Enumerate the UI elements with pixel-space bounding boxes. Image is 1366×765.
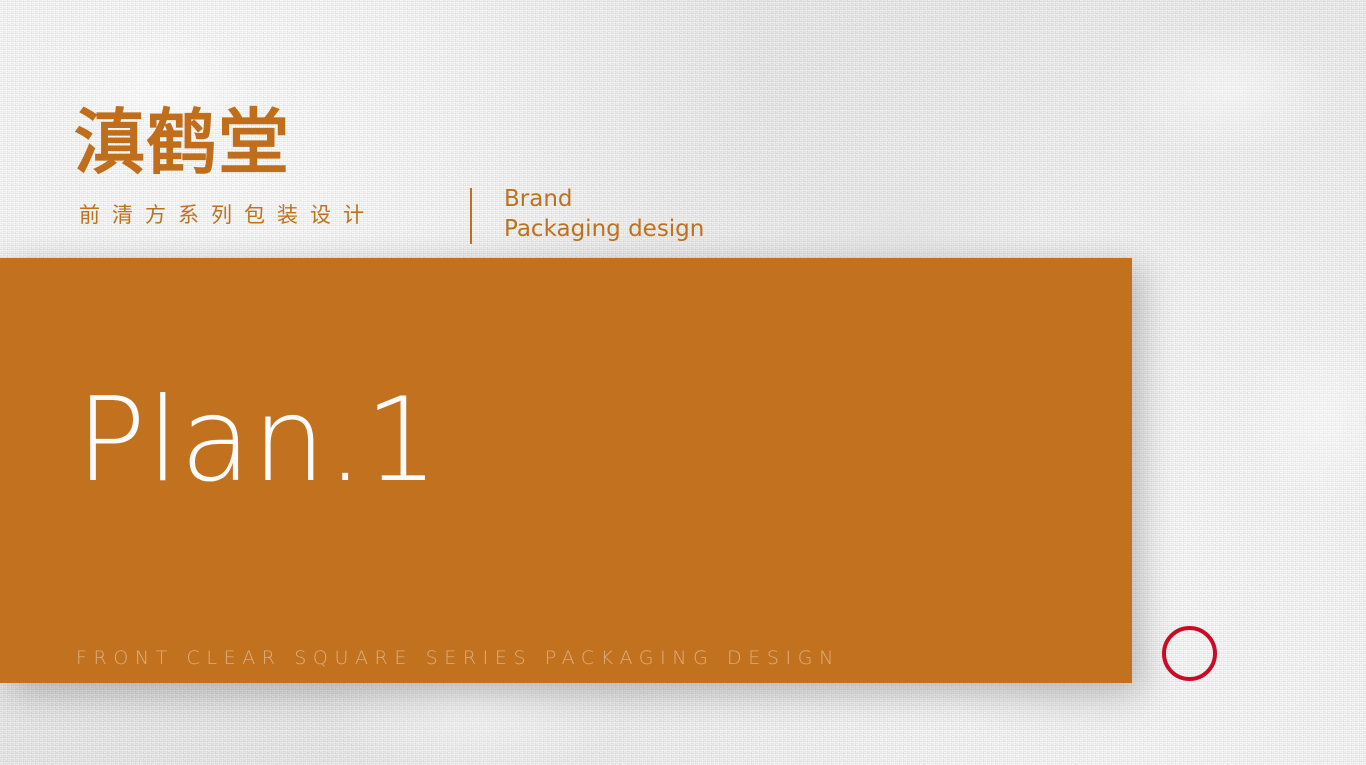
red-circle-accent-icon: [1162, 626, 1217, 681]
plan-heading: Plan.1: [76, 373, 440, 508]
brand-subtitle-row: 前清方系列包装设计 Brand Packaging design: [74, 186, 774, 252]
brand-english-block: Brand Packaging design: [504, 184, 704, 244]
panel-caption: FRONT CLEAR SQUARE SERIES PACKAGING DESI…: [76, 647, 840, 669]
brand-subtitle: 前清方系列包装设计: [79, 203, 376, 227]
vertical-divider-rule: [470, 188, 472, 244]
brand-english-line1: Brand: [504, 186, 573, 212]
brand-header: 滇鹤堂 前清方系列包装设计 Brand Packaging design: [74, 104, 774, 252]
presentation-slide: 滇鹤堂 前清方系列包装设计 Brand Packaging design Pla…: [0, 0, 1366, 765]
brand-english-line2: Packaging design: [504, 216, 705, 242]
brand-title: 滇鹤堂: [74, 101, 291, 184]
